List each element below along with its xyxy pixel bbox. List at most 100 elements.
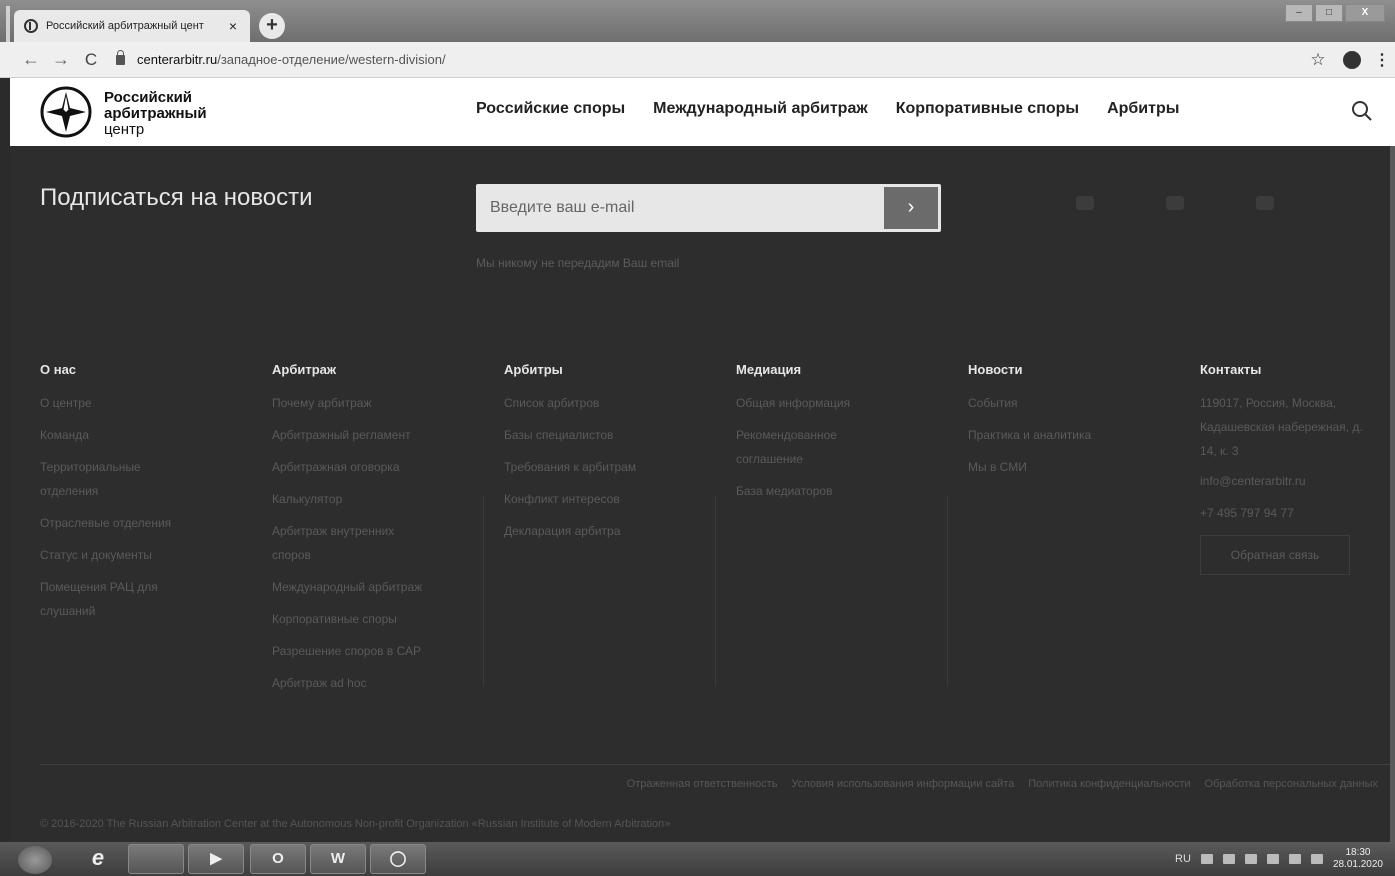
social-icon-3[interactable]	[1256, 196, 1274, 210]
search-icon[interactable]	[1351, 100, 1373, 122]
footer-columns: О нас О центре Команда Территориальные о…	[40, 362, 1390, 692]
footer-col-arbitration: Арбитраж Почему арбитраж Арбитражный рег…	[272, 362, 482, 703]
start-button[interactable]	[18, 846, 52, 874]
email-input[interactable]	[476, 184, 881, 232]
legal-link[interactable]: Политика конфиденциальности	[1028, 778, 1190, 790]
contact-email[interactable]: info@centerarbitr.ru	[1200, 469, 1390, 493]
profile-icon[interactable]	[1335, 50, 1369, 69]
social-icon-1[interactable]	[1076, 196, 1094, 210]
footer-link[interactable]: Арбитражный регламент	[272, 423, 462, 447]
browser-tab[interactable]: Российский арбитражный цент ×	[14, 10, 250, 42]
language-indicator[interactable]: RU	[1175, 853, 1191, 865]
footer-link[interactable]: Декларация арбитра	[504, 519, 694, 543]
scrollbar-track[interactable]	[1390, 146, 1395, 842]
footer-link[interactable]: Арбитражная оговорка	[272, 455, 462, 479]
footer-link[interactable]: Список арбитров	[504, 391, 694, 415]
footer-col-contacts: Контакты 119017, Россия, Москва, Кадашев…	[1200, 362, 1380, 575]
taskbar-outlook-icon[interactable]: O	[250, 844, 306, 874]
back-button[interactable]: ←	[16, 49, 46, 70]
nav-international-arbitration[interactable]: Международный арбитраж	[653, 100, 868, 118]
footer-link[interactable]: Практика и аналитика	[968, 423, 1158, 447]
footer-link[interactable]: Помещения РАЦ для слушаний	[40, 575, 180, 623]
logo-text[interactable]: Российский арбитражный центр	[104, 90, 207, 138]
footer-link[interactable]: Корпоративные споры	[272, 607, 462, 631]
footer-link[interactable]: Калькулятор	[272, 487, 462, 511]
legal-link[interactable]: Отраженная ответственность	[627, 778, 778, 790]
footer-col-title: Арбитры	[504, 362, 563, 377]
footer-link[interactable]: События	[968, 391, 1158, 415]
window-edge	[6, 6, 10, 42]
taskbar-chrome-icon[interactable]: ◯	[370, 844, 426, 874]
taskbar-ie-icon[interactable]: e	[70, 844, 126, 874]
social-icon-2[interactable]	[1166, 196, 1184, 210]
contact-address: 119017, Россия, Москва, Кадашевская набе…	[1200, 396, 1363, 458]
subscribe-submit-button[interactable]: ›	[884, 187, 938, 229]
reload-button[interactable]: C	[76, 50, 106, 70]
footer-col-title: Арбитраж	[272, 362, 337, 377]
footer-link[interactable]: База медиаторов	[736, 479, 926, 503]
logo-line-3: центр	[104, 121, 145, 138]
nav-arbitrators[interactable]: Арбитры	[1107, 100, 1179, 118]
footer-link[interactable]: Конфликт интересов	[504, 487, 694, 511]
browser-titlebar: Российский арбитражный цент × + – □ X	[0, 0, 1395, 42]
lock-icon[interactable]	[116, 49, 125, 65]
os-taskbar: e ▶ O W ◯ RU 18:30 28.01.2020	[0, 842, 1395, 876]
footer-link[interactable]: Почему арбитраж	[272, 391, 462, 415]
column-divider	[483, 496, 484, 686]
footer-link[interactable]: Международный арбитраж	[272, 575, 462, 599]
browser-menu-icon[interactable]: ⋮	[1369, 50, 1395, 70]
main-nav: Российские споры Международный арбитраж …	[476, 100, 1179, 118]
subscribe-form: ›	[476, 184, 941, 232]
taskbar-clock[interactable]: 18:30 28.01.2020	[1333, 847, 1383, 871]
maximize-button[interactable]: □	[1315, 4, 1343, 22]
site-header: Российский арбитражный центр Российские …	[10, 78, 1395, 146]
system-tray: RU 18:30 28.01.2020	[1175, 847, 1383, 871]
legal-link[interactable]: Условия использования информации сайта	[791, 778, 1014, 790]
footer-link[interactable]: Базы специалистов	[504, 423, 694, 447]
favicon-icon	[24, 19, 38, 33]
taskbar-word-icon[interactable]: W	[310, 844, 366, 874]
logo-line-2: арбитражный	[104, 105, 207, 122]
taskbar-media-icon[interactable]: ▶	[188, 844, 244, 874]
footer-link[interactable]: Арбитраж внутренних споров	[272, 519, 432, 567]
url-domain: centerarbitr.ru	[137, 52, 218, 67]
logo-icon[interactable]	[40, 86, 92, 138]
footer-link[interactable]: Отраслевые отделения	[40, 511, 230, 535]
footer-link[interactable]: Общая информация	[736, 391, 926, 415]
new-tab-button[interactable]: +	[259, 13, 285, 39]
taskbar-files-icon[interactable]	[128, 844, 184, 874]
footer-link[interactable]: Мы в СМИ	[968, 455, 1158, 479]
footer-link[interactable]: Арбитраж ad hoc	[272, 671, 462, 695]
footer-link[interactable]: Рекомендованное соглашение	[736, 423, 866, 471]
subscribe-title: Подписаться на новости	[40, 184, 313, 211]
nav-russian-disputes[interactable]: Российские споры	[476, 100, 625, 118]
network-icon[interactable]	[1222, 854, 1235, 864]
legal-link[interactable]: Обработка персональных данных	[1205, 778, 1378, 790]
footer-col-title: Контакты	[1200, 362, 1262, 377]
address-bar: ← → C centerarbitr.ru/западное-отделение…	[0, 42, 1395, 78]
footer-link[interactable]: Требования к арбитрам	[504, 455, 694, 479]
footer-link[interactable]: Разрешение споров в САР	[272, 639, 462, 663]
column-divider	[947, 496, 948, 686]
nav-corporate-disputes[interactable]: Корпоративные споры	[896, 100, 1079, 118]
volume-icon[interactable]	[1310, 854, 1323, 864]
minimize-button[interactable]: –	[1285, 4, 1313, 22]
monitor-icon[interactable]	[1244, 854, 1257, 864]
column-divider	[715, 496, 716, 686]
footer-col-mediation: Медиация Общая информация Рекомендованно…	[736, 362, 946, 511]
footer-link[interactable]: Команда	[40, 423, 230, 447]
mail-icon[interactable]	[1266, 854, 1279, 864]
url-field[interactable]: centerarbitr.ru/западное-отделение/weste…	[137, 52, 1301, 67]
clock-time: 18:30	[1345, 847, 1371, 858]
contact-phone[interactable]: +7 495 797 94 77	[1200, 501, 1390, 525]
chat-icon[interactable]	[1288, 854, 1301, 864]
tab-close-icon[interactable]: ×	[226, 18, 240, 34]
feedback-button[interactable]: Обратная связь	[1200, 535, 1350, 575]
footer-link[interactable]: Территориальные отделения	[40, 455, 170, 503]
forward-button[interactable]: →	[46, 49, 76, 70]
footer-link[interactable]: О центре	[40, 391, 230, 415]
flag-icon[interactable]	[1200, 854, 1213, 864]
close-window-button[interactable]: X	[1345, 4, 1385, 22]
footer-link[interactable]: Статус и документы	[40, 543, 230, 567]
bookmark-star-icon[interactable]: ☆	[1301, 50, 1335, 70]
